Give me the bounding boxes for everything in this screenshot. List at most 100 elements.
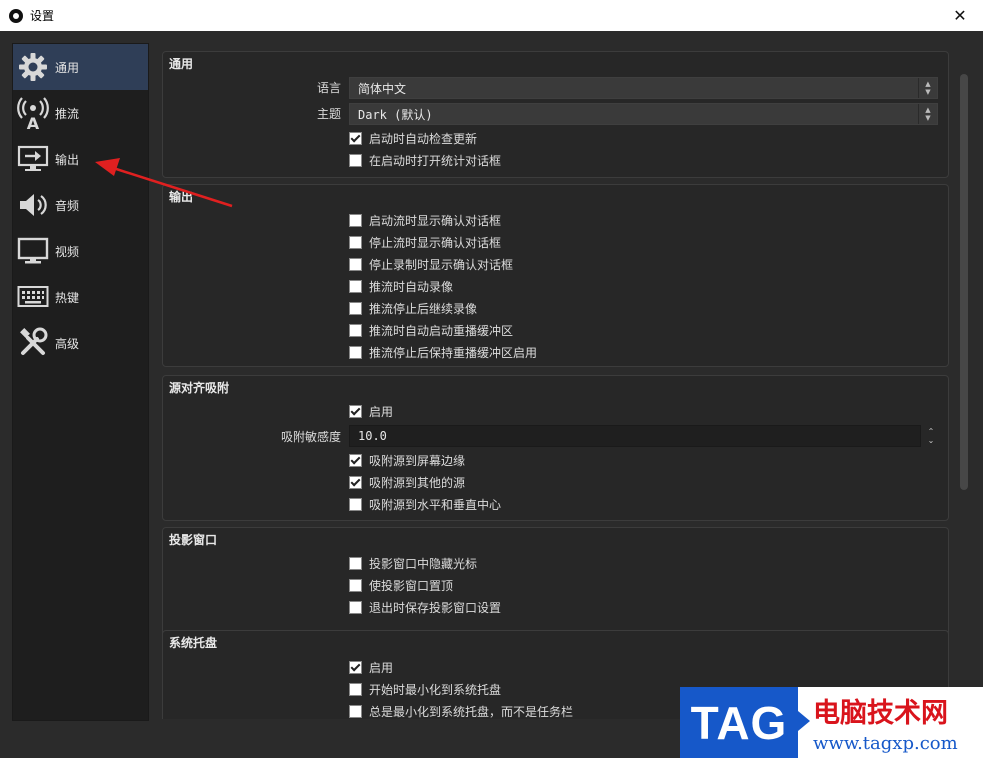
checkbox[interactable] <box>349 345 362 359</box>
language-select[interactable]: 简体中文 ▲ ▼ <box>349 77 938 99</box>
option-label: 停止录制时显示确认对话框 <box>369 257 514 272</box>
sidebar-item-label: 音频 <box>55 198 80 213</box>
group-output: 输出 启动流时显示确认对话框 停止流时显示确认对话框 停止录制时显示确认对话框 … <box>162 184 949 367</box>
scrollbar-thumb[interactable] <box>960 74 968 490</box>
theme-value: Dark (默认) <box>358 107 433 122</box>
watermark-tag: TAG <box>690 696 788 749</box>
checkbox[interactable] <box>349 704 362 718</box>
minimize-start-option[interactable]: 开始时最小化到系统托盘 <box>349 678 501 700</box>
svg-text:A: A <box>27 114 40 130</box>
checkbox[interactable] <box>349 235 362 249</box>
checkbox[interactable] <box>349 323 362 337</box>
sidebar-item-label: 热键 <box>55 290 80 305</box>
checkbox[interactable] <box>349 682 362 696</box>
option-label: 吸附源到水平和垂直中心 <box>369 497 502 512</box>
save-on-exit-option[interactable]: 退出时保存投影窗口设置 <box>349 596 501 618</box>
title-bar: 设置 ✕ <box>0 0 983 31</box>
hide-cursor-option[interactable]: 投影窗口中隐藏光标 <box>349 552 477 574</box>
checkbox[interactable] <box>349 213 362 227</box>
group-title: 系统托盘 <box>169 636 218 650</box>
watermark-logo: TAG <box>680 687 810 758</box>
language-label: 语言 <box>316 81 341 95</box>
checkbox[interactable] <box>349 556 362 570</box>
theme-label: 主题 <box>316 107 341 121</box>
checkbox[interactable] <box>349 257 362 271</box>
watermark: TAG 电脑技术网 www.tagxp.com <box>680 687 983 758</box>
snap-other-option[interactable]: 吸附源到其他的源 <box>349 471 465 493</box>
scrollbar[interactable] <box>958 74 970 754</box>
sidebar-item-audio[interactable]: 音频 <box>13 182 148 228</box>
checkbox[interactable] <box>349 404 362 418</box>
language-value: 简体中文 <box>358 81 407 96</box>
option-label: 退出时保存投影窗口设置 <box>369 600 502 615</box>
output-option[interactable]: 停止录制时显示确认对话框 <box>349 253 513 275</box>
spinner-arrows-icon[interactable]: ⌃ ⌄ <box>922 426 940 446</box>
sidebar-item-general[interactable]: 通用 <box>13 44 148 90</box>
obs-logo-icon <box>9 8 23 23</box>
check-updates-option[interactable]: 启动时自动检查更新 <box>349 127 477 149</box>
group-general: 通用 语言 简体中文 ▲ ▼ 主题 Dark (默认) ▲ ▼ 启动时自动检查更新 … <box>162 51 949 178</box>
checkbox[interactable] <box>349 279 362 293</box>
sidebar-item-stream[interactable]: A 推流 <box>13 90 148 136</box>
spinner-arrows-icon: ▲ ▼ <box>918 78 937 98</box>
option-label: 投影窗口中隐藏光标 <box>369 556 478 571</box>
option-label: 在启动时打开统计对话框 <box>369 153 502 168</box>
sidebar-item-label: 高级 <box>55 336 80 351</box>
checkbox[interactable] <box>349 153 362 167</box>
option-label: 启用 <box>369 660 394 675</box>
snap-edges-option[interactable]: 吸附源到屏幕边缘 <box>349 449 465 471</box>
snapping-enable-option[interactable]: 启用 <box>349 400 393 422</box>
tools-icon <box>15 325 51 361</box>
checkbox[interactable] <box>349 453 362 467</box>
watermark-url: www.tagxp.com <box>813 733 958 754</box>
keyboard-icon <box>15 279 51 315</box>
checkbox[interactable] <box>349 660 362 674</box>
close-button[interactable]: ✕ <box>937 0 983 31</box>
option-label: 启用 <box>369 404 394 419</box>
sidebar-item-video[interactable]: 视频 <box>13 228 148 274</box>
option-label: 使投影窗口置顶 <box>369 578 454 593</box>
option-label: 总是最小化到系统托盘，而不是任务栏 <box>369 704 574 719</box>
monitor-icon <box>15 233 51 269</box>
output-option[interactable]: 推流时自动录像 <box>349 275 453 297</box>
checkbox[interactable] <box>349 497 362 511</box>
sidebar-item-label: 视频 <box>55 244 80 259</box>
sidebar-item-advanced[interactable]: 高级 <box>13 320 148 366</box>
always-minimize-option[interactable]: 总是最小化到系统托盘，而不是任务栏 <box>349 700 573 719</box>
group-title: 通用 <box>169 57 194 71</box>
group-snapping: 源对齐吸附 启用 吸附敏感度 10.0 ⌃ ⌄ 吸附源到屏幕边缘 吸附源到其他的源… <box>162 375 949 521</box>
checkbox[interactable] <box>349 600 362 614</box>
option-label: 推流时自动启动重播缓冲区 <box>369 323 514 338</box>
output-icon <box>15 141 51 177</box>
sidebar-item-label: 通用 <box>55 60 80 75</box>
gear-icon <box>15 49 51 85</box>
sidebar-item-label: 输出 <box>55 152 80 167</box>
open-stats-option[interactable]: 在启动时打开统计对话框 <box>349 149 501 171</box>
checkbox[interactable] <box>349 131 362 145</box>
spinner-arrows-icon: ▲ ▼ <box>918 104 937 124</box>
group-title: 投影窗口 <box>169 533 218 547</box>
checkbox[interactable] <box>349 301 362 315</box>
window-title: 设置 <box>30 9 55 23</box>
tray-enable-option[interactable]: 启用 <box>349 656 393 678</box>
sidebar-item-output[interactable]: 输出 <box>13 136 148 182</box>
sidebar-item-hotkeys[interactable]: 热键 <box>13 274 148 320</box>
theme-select[interactable]: Dark (默认) ▲ ▼ <box>349 103 938 125</box>
sensitivity-value: 10.0 <box>358 429 387 443</box>
sidebar: 通用 A 推流 输出 音频 视频 热键 高级 <box>12 43 149 721</box>
sensitivity-spinbox[interactable]: 10.0 ⌃ ⌄ <box>349 425 934 447</box>
checkbox[interactable] <box>349 578 362 592</box>
option-label: 推流停止后继续录像 <box>369 301 478 316</box>
output-option[interactable]: 推流时自动启动重播缓冲区 <box>349 319 513 341</box>
output-option[interactable]: 启动流时显示确认对话框 <box>349 209 501 231</box>
always-top-option[interactable]: 使投影窗口置顶 <box>349 574 453 596</box>
output-option[interactable]: 推流停止后继续录像 <box>349 297 477 319</box>
checkbox[interactable] <box>349 475 362 489</box>
snap-center-option[interactable]: 吸附源到水平和垂直中心 <box>349 493 501 515</box>
output-option[interactable]: 停止流时显示确认对话框 <box>349 231 501 253</box>
option-label: 停止流时显示确认对话框 <box>369 235 502 250</box>
output-option[interactable]: 推流停止后保持重播缓冲区启用 <box>349 341 537 363</box>
option-label: 吸附源到其他的源 <box>369 475 466 490</box>
settings-content: 通用 语言 简体中文 ▲ ▼ 主题 Dark (默认) ▲ ▼ 启动时自动检查更新 … <box>154 43 954 719</box>
group-title: 源对齐吸附 <box>169 381 230 395</box>
